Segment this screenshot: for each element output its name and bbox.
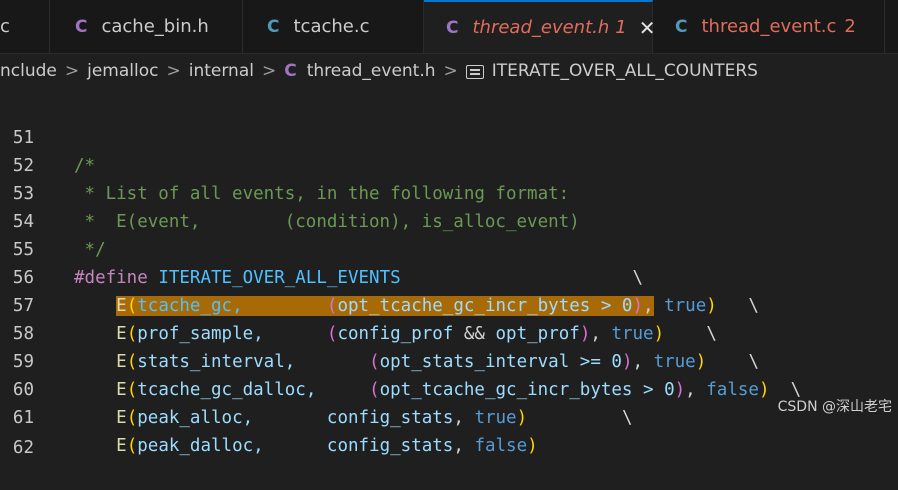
- code-line: 57 E(prof_sample, (config_prof && opt_pr…: [0, 264, 898, 344]
- tab-bar: c C cache_bin.h C tcache.c C thread_even…: [0, 0, 898, 54]
- c-file-icon: C: [284, 61, 297, 81]
- c-file-icon: C: [75, 16, 88, 37]
- code-line: 53 * E(event, (condition), is_alloc_even…: [0, 152, 898, 232]
- tab-tcache-c[interactable]: C tcache.c: [243, 0, 424, 53]
- line-number: 62: [12, 438, 34, 458]
- problem-count-badge: 2: [844, 16, 856, 37]
- symbol-constant-icon: [465, 65, 484, 79]
- code-text: E(peak_dalloc, config_stats, false): [116, 436, 538, 456]
- c-file-icon: C: [267, 16, 280, 37]
- tab-label: tcache.c: [293, 16, 370, 37]
- problem-count-badge: 1: [615, 17, 627, 38]
- tab-thread-event-h[interactable]: C thread_event.h 1 ✕: [424, 0, 656, 53]
- breadcrumb-file[interactable]: thread_event.h: [307, 61, 436, 81]
- breadcrumb-folder-jemalloc[interactable]: jemalloc: [87, 61, 158, 81]
- tab-thread-event-c[interactable]: C thread_event.c 2: [653, 0, 885, 53]
- code-line: 55 #define ITERATE_OVER_ALL_EVENTS \: [0, 208, 898, 288]
- c-file-icon: C: [675, 16, 688, 37]
- breadcrumb: nclude > jemalloc > internal > C thread_…: [0, 54, 898, 88]
- code-line: 58 E(stats_interval, (opt_stats_interval…: [0, 292, 898, 372]
- code-line: 54 */: [0, 180, 898, 260]
- breadcrumb-folder-internal[interactable]: internal: [189, 61, 254, 81]
- chevron-right-icon: >: [443, 61, 458, 81]
- chevron-right-icon: >: [261, 61, 277, 81]
- code-line: 59 E(tcache_gc_dalloc, (opt_tcache_gc_in…: [0, 320, 898, 400]
- tab-label: thread_event.c: [701, 16, 837, 37]
- tab-label: cache_bin.h: [101, 16, 209, 37]
- breadcrumb-symbol[interactable]: ITERATE_OVER_ALL_COUNTERS: [492, 61, 758, 81]
- breadcrumb-folder-include[interactable]: nclude: [0, 61, 57, 81]
- code-line: 61 E(peak_dalloc, config_stats, false): [0, 376, 898, 456]
- chevron-right-icon: >: [64, 61, 80, 81]
- code-line: 56 E(tcache_gc, (opt_tcache_gc_incr_byte…: [0, 236, 898, 316]
- tab-partial[interactable]: c: [0, 0, 50, 53]
- tab-label: thread_event.h: [472, 17, 610, 38]
- watermark: CSDN @深山老宅: [777, 399, 892, 415]
- tab-cache-bin-h[interactable]: C cache_bin.h: [51, 0, 243, 53]
- code-line: 51 /*: [0, 96, 898, 176]
- c-file-icon: C: [446, 17, 459, 38]
- code-line: 62: [0, 406, 898, 458]
- code-line: 52 * List of all events, in the followin…: [0, 124, 898, 204]
- code-line: 60 E(peak_alloc, config_stats, true) \: [0, 348, 898, 428]
- chevron-right-icon: >: [166, 61, 181, 81]
- tab-label: c: [0, 16, 10, 37]
